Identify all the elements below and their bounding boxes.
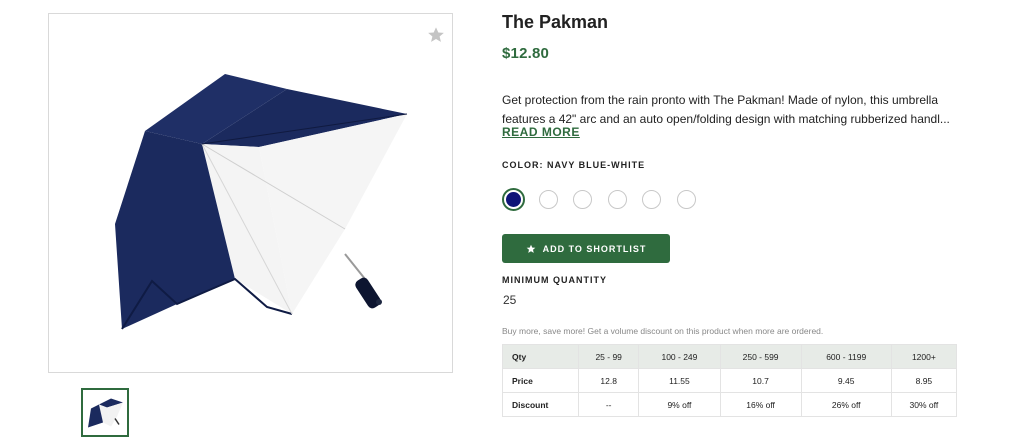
product-description: Get protection from the rain pronto with…	[502, 91, 962, 129]
product-image	[115, 74, 408, 330]
shortlist-label: ADD TO SHORTLIST	[542, 243, 647, 254]
color-swatch[interactable]	[608, 190, 627, 209]
table-cell: --	[577, 392, 640, 417]
table-cell: 16% off	[719, 392, 802, 417]
umbrella-thumbnail-icon	[88, 398, 123, 428]
table-row: Price 12.8 11.55 10.7 9.45 8.95	[502, 368, 958, 393]
color-label: COLOR: NAVY BLUE-WHITE	[502, 160, 646, 170]
add-to-shortlist-button[interactable]: ADD TO SHORTLIST	[502, 234, 670, 263]
table-cell: 25 - 99	[577, 344, 640, 369]
table-cell: 11.55	[638, 368, 721, 393]
star-icon[interactable]	[427, 26, 445, 44]
minimum-quantity-label: MINIMUM QUANTITY	[502, 275, 607, 285]
table-cell: 100 - 249	[638, 344, 721, 369]
star-icon	[526, 244, 535, 253]
table-row: Discount -- 9% off 16% off 26% off 30% o…	[502, 392, 958, 417]
product-price: $12.80	[502, 45, 550, 62]
table-cell: 30% off	[890, 392, 958, 417]
table-cell: 8.95	[890, 368, 958, 393]
product-image-frame	[48, 13, 453, 373]
read-more-link[interactable]: READ MORE	[502, 125, 580, 139]
table-cell: Price	[502, 368, 579, 393]
table-cell: 9% off	[638, 392, 721, 417]
table-cell: Qty	[502, 344, 579, 369]
table-cell: 600 - 1199	[800, 344, 892, 369]
table-cell: 9.45	[800, 368, 892, 393]
color-swatch[interactable]	[642, 190, 661, 209]
table-row: Qty 25 - 99 100 - 249 250 - 599 600 - 11…	[502, 344, 958, 369]
description-line: Get protection from the rain pronto with…	[502, 93, 938, 107]
minimum-quantity-value: 25	[503, 293, 517, 307]
table-cell: Discount	[502, 392, 579, 417]
table-cell: 10.7	[719, 368, 802, 393]
product-thumbnail[interactable]	[81, 388, 129, 437]
table-cell: 1200+	[890, 344, 958, 369]
color-swatch[interactable]	[539, 190, 558, 209]
volume-pricing-table: Qty 25 - 99 100 - 249 250 - 599 600 - 11…	[502, 344, 958, 417]
table-cell: 250 - 599	[719, 344, 802, 369]
table-cell: 26% off	[800, 392, 892, 417]
color-swatch[interactable]	[573, 190, 592, 209]
volume-discount-note: Buy more, save more! Get a volume discou…	[502, 326, 824, 336]
color-swatch[interactable]	[677, 190, 696, 209]
color-swatch-navy-blue-white[interactable]	[502, 188, 525, 211]
table-cell: 12.8	[577, 368, 640, 393]
product-title: The Pakman	[502, 12, 609, 32]
